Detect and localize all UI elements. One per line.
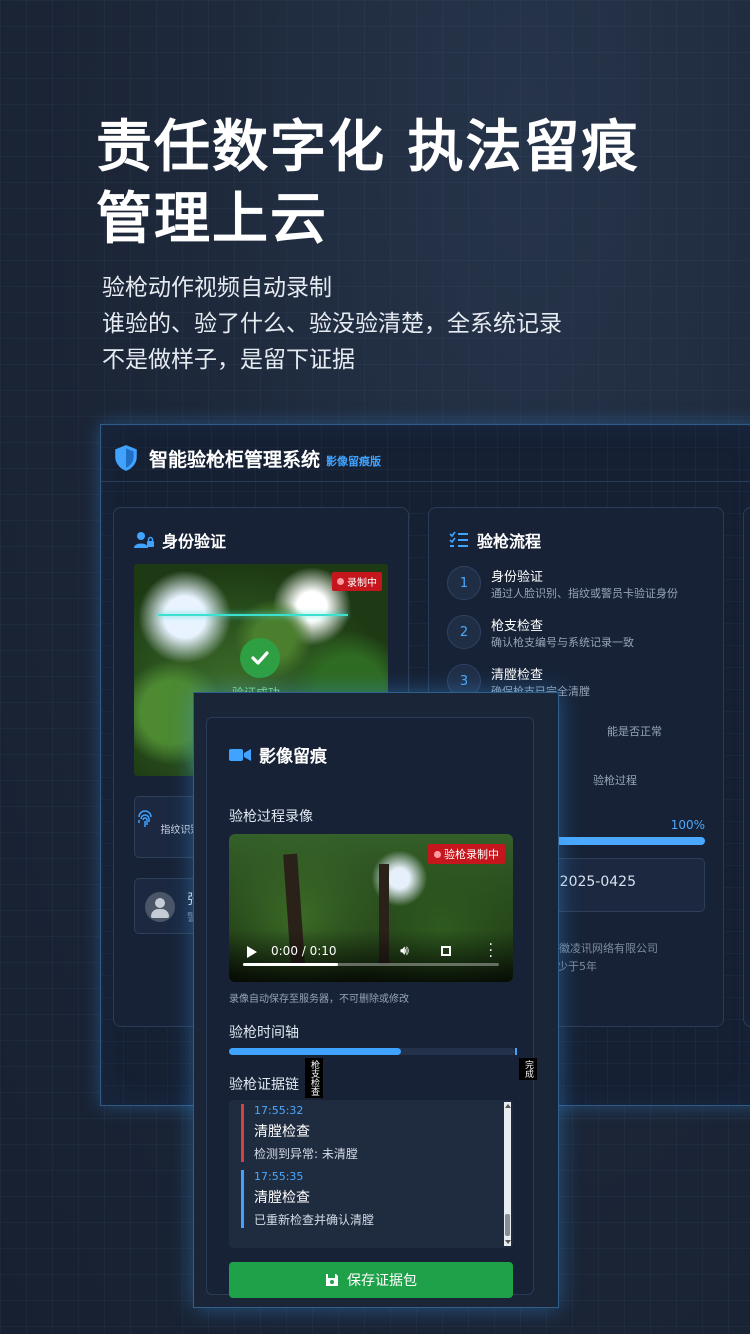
step-desc: 验枪过程: [593, 774, 637, 787]
video-player[interactable]: 验枪录制中 0:00 / 0:10 🔊︎ · · ·: [229, 834, 513, 982]
video-camera-icon: [229, 748, 251, 761]
play-icon[interactable]: [247, 946, 257, 958]
flow-step: 2 枪支检查 确认枪支编号与系统记录一致: [447, 613, 717, 662]
step-number: 2: [447, 615, 481, 649]
timeline-fill: [229, 1048, 401, 1055]
evidence-time: 17:55:32: [254, 1104, 304, 1117]
video-recording-text: 验枪录制中: [444, 848, 499, 861]
shield-icon: [115, 445, 137, 471]
record-dot-icon: [434, 850, 441, 858]
checklist-icon: [449, 531, 468, 547]
hero-sub-line2: 谁验的、验了什么、验没验清楚，全系统记录: [102, 311, 562, 337]
video-time: 0:00 / 0:10: [271, 944, 337, 958]
fingerprint-icon: [138, 810, 153, 827]
evidence-overlay-window: 影像留痕 验枪过程录像 验枪录制中 0:00 / 0:10 🔊︎ · · · 录像自…: [193, 692, 559, 1308]
evidence-panel-title: 影像留痕: [259, 747, 327, 767]
step-number: 1: [447, 566, 481, 600]
step-desc: 通过人脸识别、指纹或警员卡验证身份: [491, 587, 678, 600]
hero-sub-line1: 验枪动作视频自动录制: [102, 275, 332, 301]
video-recording-badge: 验枪录制中: [428, 844, 505, 864]
fingerprint-button[interactable]: 指纹识别: [134, 796, 202, 858]
step-desc: 确认枪支编号与系统记录一致: [491, 636, 634, 649]
list-item: 17:55:32 清膛检查 检测到异常: 未清膛: [241, 1104, 491, 1162]
flow-step: 1 身份验证 通过人脸识别、指纹或警员卡验证身份: [447, 564, 717, 613]
recording-label: 验枪过程录像: [229, 809, 313, 825]
record-dot-icon: [337, 578, 344, 585]
identity-panel-header: 身份验证: [134, 528, 226, 552]
timeline-end-marker: [515, 1048, 517, 1055]
video-seek-bar[interactable]: [243, 963, 499, 966]
evidence-panel-header: 影像留痕: [229, 742, 327, 767]
evidence-title: 清膛检查: [254, 1124, 310, 1140]
check-icon: [240, 638, 280, 678]
video-controls: 0:00 / 0:10 🔊︎ · · ·: [229, 930, 513, 982]
app-title: 智能验枪柜管理系统: [149, 448, 321, 471]
hero-title-line1: 责任数字化 执法留痕: [96, 115, 640, 180]
evidence-chain-label: 验枪证据链: [229, 1077, 299, 1093]
evidence-desc: 已重新检查并确认清膛: [254, 1213, 375, 1227]
header-divider: [101, 481, 750, 482]
evidence-desc: 检测到异常: 未清膛: [254, 1147, 358, 1161]
evidence-scrollbar[interactable]: [504, 1102, 511, 1246]
scan-line: [158, 614, 348, 616]
step-title: 清膛检查: [491, 668, 544, 683]
recording-note: 录像自动保存至服务器，不可删除或修改: [229, 994, 409, 1005]
inspection-timeline: [229, 1048, 517, 1055]
flow-panel-header: 验枪流程: [449, 528, 541, 552]
save-button-label: 保存证据包: [347, 1273, 417, 1289]
hero-section: 责任数字化 执法留痕 管理上云 验枪动作视频自动录制 谁验的、验了什么、验没验清…: [96, 112, 716, 378]
timeline-label: 验枪时间轴: [229, 1025, 299, 1041]
evidence-panel: 影像留痕 验枪过程录像 验枪录制中 0:00 / 0:10 🔊︎ · · · 录像自…: [206, 717, 537, 1298]
hero-sub-line3: 不是做样子，是留下证据: [102, 347, 355, 373]
scrollbar-thumb[interactable]: [505, 1214, 510, 1236]
step-title: 枪支检查: [491, 619, 544, 634]
progress-percent: 100%: [670, 818, 705, 832]
hero-title-line2: 管理上云: [96, 187, 328, 252]
app-version-badge: 影像留痕版: [326, 455, 382, 468]
step-title: 身份验证: [491, 570, 544, 585]
more-icon[interactable]: · · ·: [489, 938, 493, 964]
app-header: 智能验枪柜管理系统 影像留痕版: [113, 435, 381, 481]
scroll-up-icon[interactable]: [505, 1104, 511, 1108]
user-lock-icon: [134, 532, 154, 548]
recording-badge: 录制中: [332, 572, 382, 591]
list-item: 17:55:35 清膛检查 已重新检查并确认清膛: [241, 1170, 491, 1228]
fullscreen-icon[interactable]: [441, 946, 451, 956]
step-desc: 能是否正常: [607, 725, 662, 738]
flow-panel-title: 验枪流程: [477, 532, 542, 551]
evidence-title: 清膛检查: [254, 1190, 310, 1206]
save-evidence-button[interactable]: 保存证据包: [229, 1262, 513, 1298]
scroll-down-icon[interactable]: [505, 1240, 511, 1244]
timeline-tag-done: 完成: [519, 1058, 537, 1080]
volume-icon[interactable]: 🔊︎: [400, 943, 409, 959]
evidence-time: 17:55:35: [254, 1170, 304, 1183]
identity-panel-title: 身份验证: [162, 532, 227, 551]
evidence-chain-list[interactable]: 17:55:32 清膛检查 检测到异常: 未清膛 17:55:35 清膛检查 已…: [229, 1100, 513, 1248]
recording-badge-text: 录制中: [347, 578, 377, 589]
avatar: [145, 892, 175, 922]
video-seek-fill: [243, 963, 338, 966]
timeline-tag-gun-check: 枪支检查: [305, 1058, 323, 1098]
floppy-disk-icon: [326, 1274, 338, 1286]
hero-subtitle: 验枪动作视频自动录制 谁验的、验了什么、验没验清楚，全系统记录 不是做样子，是留…: [96, 270, 716, 378]
